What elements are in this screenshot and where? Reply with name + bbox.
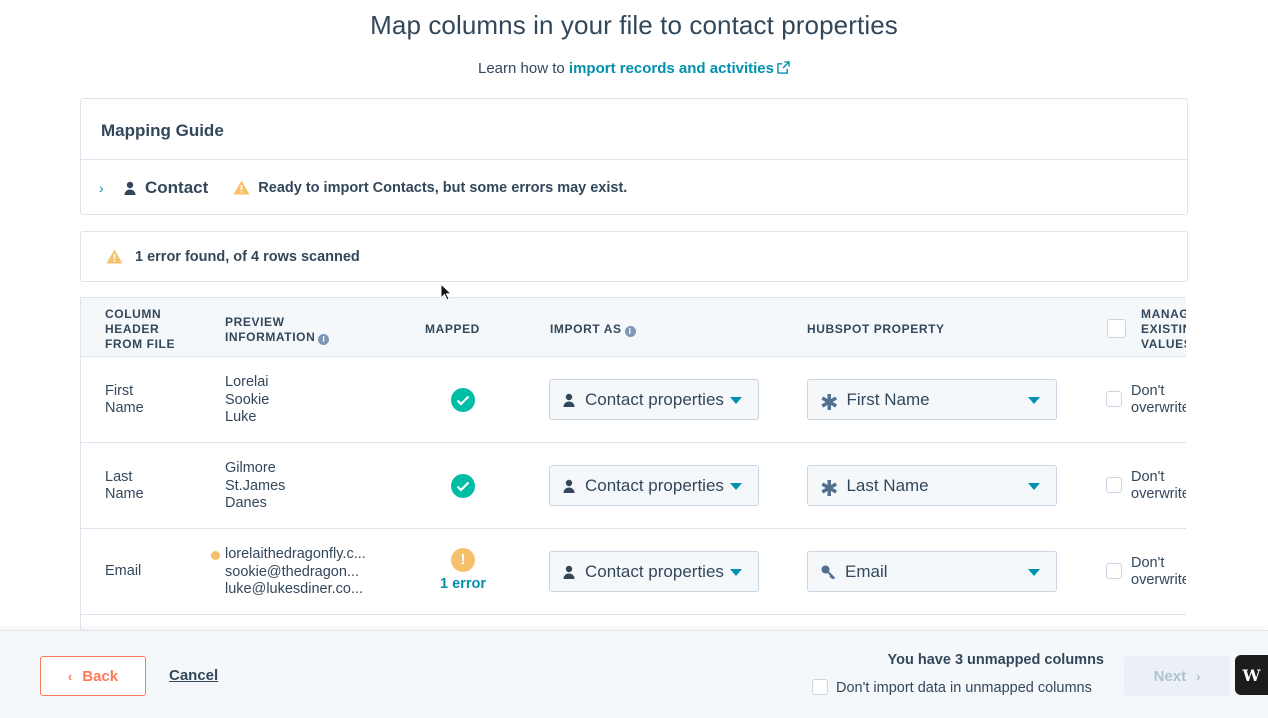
header-manage-existing-values: MANAGE EXISTING VALUES bbox=[1141, 307, 1186, 351]
import-as-value: Contact properties bbox=[585, 561, 724, 581]
exclamation-circle-icon: ! bbox=[451, 548, 475, 572]
dont-overwrite-label: Don't overwrite bbox=[1131, 383, 1186, 416]
preview-values: lorelaithedragonfly.c... sookie@thedrago… bbox=[211, 546, 366, 599]
page-title: Map columns in your file to contact prop… bbox=[370, 10, 898, 40]
dont-import-unmapped-checkbox[interactable] bbox=[812, 679, 828, 695]
guide-status-message: Ready to import Contacts, but some error… bbox=[258, 179, 628, 196]
dont-overwrite-label: Don't overwrite bbox=[1131, 555, 1186, 588]
check-circle-icon bbox=[451, 474, 475, 498]
import-as-dropdown[interactable]: Contact properties bbox=[549, 551, 759, 592]
learn-prefix: Learn how to bbox=[478, 60, 565, 77]
import-as-value: Contact properties bbox=[585, 475, 724, 495]
import-as-dropdown[interactable]: Contact properties bbox=[549, 465, 759, 506]
unmapped-columns-message: You have 3 unmapped columns bbox=[887, 652, 1104, 668]
mapping-guide: Mapping Guide › Contact Ready to import … bbox=[80, 98, 1188, 215]
next-button[interactable]: Next › bbox=[1124, 656, 1230, 696]
back-button[interactable]: ‹ Back bbox=[40, 656, 146, 696]
learn-line: Learn how to import records and activiti… bbox=[0, 60, 1268, 77]
header-mapped: MAPPED bbox=[425, 322, 480, 336]
check-circle-icon bbox=[451, 388, 475, 412]
hubspot-property-dropdown[interactable]: ✱ Last Name bbox=[807, 465, 1057, 506]
info-icon[interactable]: i bbox=[318, 334, 330, 345]
caret-down-icon bbox=[730, 483, 742, 490]
column-name: First Name bbox=[105, 383, 144, 416]
guide-object-label: Contact bbox=[145, 177, 209, 197]
asterisk-icon: ✱ bbox=[820, 475, 839, 501]
person-icon bbox=[563, 393, 575, 407]
mapping-table[interactable]: COLUMN HEADER FROM FILE PREVIEW INFORMAT… bbox=[80, 297, 1186, 630]
person-icon bbox=[563, 479, 575, 493]
hubspot-property-dropdown[interactable]: ✱ First Name bbox=[807, 379, 1057, 420]
manage-values-select-all-checkbox[interactable] bbox=[1107, 319, 1126, 338]
dont-overwrite-checkbox[interactable] bbox=[1106, 391, 1122, 407]
dont-overwrite-checkbox[interactable] bbox=[1106, 563, 1122, 579]
preview-values: Lorelai Sookie Luke bbox=[225, 374, 270, 425]
caret-down-icon bbox=[730, 569, 742, 576]
table-row: Email lorelaithedragonfly.c... sookie@th… bbox=[81, 529, 1186, 615]
import-help-link[interactable]: import records and activities bbox=[569, 60, 790, 77]
asterisk-icon: ✱ bbox=[820, 389, 839, 415]
hubspot-property-value: Last Name bbox=[846, 475, 929, 495]
table-row: Last Name Gilmore St.James Danes Contact … bbox=[81, 443, 1186, 529]
guide-contact-row[interactable]: › Contact Ready to import Contacts, but … bbox=[81, 160, 1187, 215]
chevron-left-icon: ‹ bbox=[67, 668, 73, 684]
error-summary: 1 error found, of 4 rows scanned bbox=[80, 231, 1188, 282]
info-icon[interactable]: i bbox=[624, 326, 636, 337]
person-icon bbox=[124, 181, 136, 195]
error-summary-text: 1 error found, of 4 rows scanned bbox=[135, 248, 360, 265]
mapped-error-status: ! 1 error bbox=[421, 548, 505, 592]
chevron-right-icon: › bbox=[1196, 668, 1201, 684]
hubspot-property-value: First Name bbox=[846, 389, 930, 409]
import-as-dropdown[interactable]: Contact properties bbox=[549, 379, 759, 420]
hubspot-property-dropdown[interactable]: Email bbox=[807, 551, 1057, 592]
dont-import-unmapped-label: Don't import data in unmapped columns bbox=[836, 680, 1092, 696]
table-row: First Name Lorelai Sookie Luke Contact pr… bbox=[81, 357, 1186, 443]
key-icon bbox=[821, 565, 836, 579]
caret-down-icon bbox=[1028, 397, 1040, 404]
warning-icon bbox=[106, 249, 123, 264]
footer-bar: ‹ Back Cancel You have 3 unmapped column… bbox=[0, 630, 1268, 718]
mapping-guide-title: Mapping Guide bbox=[81, 99, 1187, 160]
column-name: Last Name bbox=[105, 469, 144, 502]
header-preview-information: PREVIEW INFORMATION i bbox=[225, 315, 330, 345]
caret-down-icon bbox=[1028, 483, 1040, 490]
warning-icon bbox=[233, 180, 250, 195]
dont-overwrite-label: Don't overwrite bbox=[1131, 469, 1186, 502]
mouse-cursor-icon bbox=[440, 283, 452, 301]
header-hubspot-property: HUBSPOT PROPERTY bbox=[807, 322, 945, 336]
dont-overwrite-checkbox[interactable] bbox=[1106, 477, 1122, 493]
chevron-right-icon[interactable]: › bbox=[99, 180, 113, 196]
hubspot-property-value: Email bbox=[845, 561, 888, 581]
caret-down-icon bbox=[1028, 569, 1040, 576]
column-name: Email bbox=[105, 563, 142, 579]
app-badge[interactable]: W bbox=[1235, 655, 1268, 695]
header-column-from-file: COLUMN HEADER FROM FILE bbox=[105, 307, 176, 351]
caret-down-icon bbox=[730, 397, 742, 404]
table-header: COLUMN HEADER FROM FILE PREVIEW INFORMAT… bbox=[81, 298, 1186, 357]
error-dot-icon bbox=[211, 551, 220, 560]
error-count-link[interactable]: 1 error bbox=[421, 576, 505, 592]
cancel-button[interactable]: Cancel bbox=[169, 667, 218, 684]
external-link-icon bbox=[777, 61, 790, 74]
import-as-value: Contact properties bbox=[585, 389, 724, 409]
header-import-as: IMPORT AS i bbox=[550, 322, 636, 337]
person-icon bbox=[563, 565, 575, 579]
preview-values: Gilmore St.James Danes bbox=[225, 460, 286, 511]
